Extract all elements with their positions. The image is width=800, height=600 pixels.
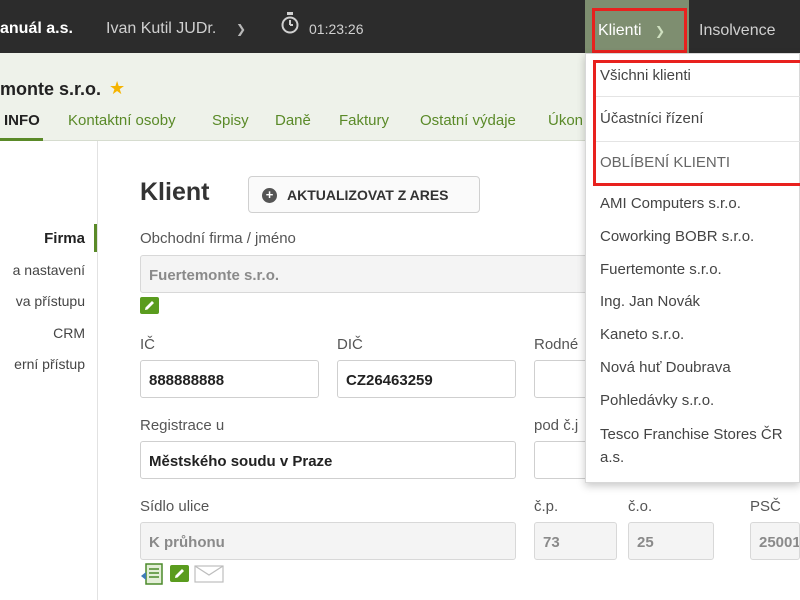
- psc-label: PSČ: [750, 498, 781, 515]
- dic-field[interactable]: CZ26463259: [337, 360, 516, 398]
- dropdown-client-item[interactable]: Nová huť Doubrava: [600, 359, 731, 376]
- cp-field[interactable]: 73: [534, 522, 617, 560]
- sidebar-active-indicator: [94, 224, 97, 252]
- co-field[interactable]: 25: [628, 522, 714, 560]
- page-title: monte s.r.o.: [0, 79, 102, 99]
- company-name[interactable]: anuál a.s.: [0, 20, 73, 38]
- registrace-field[interactable]: Městského soudu v Praze: [140, 441, 516, 479]
- dropdown-client-item-continued[interactable]: a.s.: [600, 449, 624, 466]
- dropdown-client-item[interactable]: Kaneto s.r.o.: [600, 326, 684, 343]
- sidebar-item-crm[interactable]: CRM: [53, 325, 85, 341]
- tab-info[interactable]: INFO: [4, 112, 40, 129]
- dropdown-highlight-box: [593, 60, 800, 186]
- active-tab-indicator: [0, 138, 43, 141]
- edit-icon[interactable]: [170, 565, 189, 582]
- tab-faktury[interactable]: Faktury: [339, 112, 389, 129]
- dropdown-client-item[interactable]: Ing. Jan Novák: [600, 293, 700, 310]
- dropdown-client-item[interactable]: Coworking BOBR s.r.o.: [600, 228, 754, 245]
- sidebar-item-firma[interactable]: Firma: [44, 230, 85, 247]
- pod-cj-label: pod č.j: [534, 417, 579, 434]
- cp-label: č.p.: [534, 498, 559, 515]
- registrace-label: Registrace u: [140, 417, 225, 434]
- user-menu[interactable]: Ivan Kutil JUDr.: [106, 20, 216, 38]
- ic-label: IČ: [140, 336, 155, 353]
- menu-insolvence[interactable]: Insolvence: [699, 22, 776, 40]
- menu-klienti-highlight: [592, 8, 687, 53]
- address-list-icon[interactable]: [140, 563, 164, 585]
- plus-icon: +: [262, 188, 277, 203]
- top-bar: anuál a.s. Ivan Kutil JUDr. ❯ 01:23:26 K…: [0, 0, 800, 53]
- ic-field[interactable]: 888888888: [140, 360, 319, 398]
- sidlo-ulice-label: Sídlo ulice: [140, 498, 210, 515]
- sidebar-item-nastaveni[interactable]: a nastavení: [13, 262, 85, 278]
- sidlo-ulice-field[interactable]: K průhonu: [140, 522, 516, 560]
- dic-label: DIČ: [337, 336, 363, 353]
- ares-update-button[interactable]: + AKTUALIZOVAT Z ARES: [248, 176, 480, 213]
- psc-field[interactable]: 25001: [750, 522, 800, 560]
- mail-icon[interactable]: [194, 565, 224, 583]
- tab-dane[interactable]: Daně: [275, 112, 311, 129]
- firm-name-field[interactable]: Fuertemonte s.r.o.: [140, 255, 600, 293]
- firm-name-label: Obchodní firma / jméno: [140, 230, 296, 247]
- dropdown-client-item[interactable]: Tesco Franchise Stores ČR: [600, 426, 783, 443]
- sidebar-item-externi-pristup[interactable]: erní přístup: [14, 356, 85, 372]
- section-title: Klient: [140, 178, 210, 206]
- co-label: č.o.: [628, 498, 653, 515]
- edit-icon[interactable]: [140, 297, 159, 314]
- chevron-down-icon[interactable]: ❯: [236, 22, 246, 36]
- stopwatch-icon[interactable]: [280, 12, 300, 34]
- star-icon[interactable]: ★: [109, 78, 125, 99]
- rodne-cislo-label: Rodné: [534, 336, 579, 353]
- dropdown-client-item[interactable]: Pohledávky s.r.o.: [600, 392, 714, 409]
- ares-update-label: AKTUALIZOVAT Z ARES: [287, 187, 449, 203]
- tab-ukony[interactable]: Úkon: [548, 112, 583, 129]
- dropdown-client-item[interactable]: Fuertemonte s.r.o.: [600, 261, 722, 278]
- dropdown-client-item[interactable]: AMI Computers s.r.o.: [600, 195, 741, 212]
- tab-kontaktni-osoby[interactable]: Kontaktní osoby: [68, 112, 176, 129]
- tab-ostatni-vydaje[interactable]: Ostatní výdaje: [420, 112, 516, 129]
- tab-spisy[interactable]: Spisy: [212, 112, 249, 129]
- sidebar-item-prava-pristupu[interactable]: va přístupu: [16, 293, 85, 309]
- timer-readout: 01:23:26: [309, 21, 364, 37]
- sidebar-divider: [97, 141, 98, 600]
